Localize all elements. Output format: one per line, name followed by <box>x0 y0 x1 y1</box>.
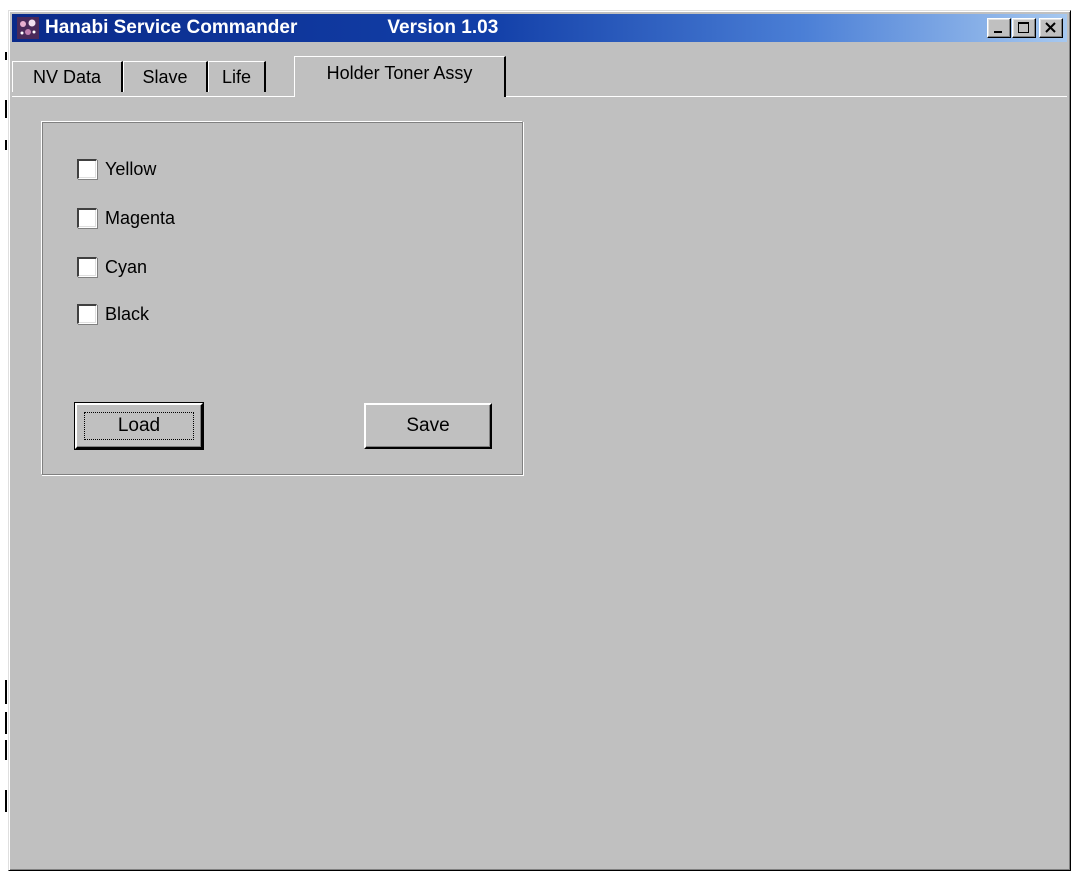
checkbox-box[interactable] <box>77 257 97 277</box>
holder-toner-panel: Yellow Magenta Cyan Black Load Save <box>41 121 523 475</box>
tab-life[interactable]: Life <box>208 61 266 92</box>
checkbox-cyan[interactable]: Cyan <box>77 255 147 279</box>
maximize-button[interactable] <box>1012 18 1036 38</box>
window-controls <box>986 18 1063 38</box>
minimize-icon <box>994 31 1002 33</box>
tab-label: NV Data <box>32 66 102 87</box>
checkbox-label: Yellow <box>105 158 157 179</box>
window-version: Version 1.03 <box>387 17 499 38</box>
app-icon <box>17 17 39 39</box>
checkbox-label: Magenta <box>105 207 176 228</box>
save-button[interactable]: Save <box>364 403 492 449</box>
checkbox-black[interactable]: Black <box>77 302 149 326</box>
tab-label: Life <box>221 66 252 87</box>
title-bar[interactable]: Hanabi Service Commander Version 1.03 <box>12 14 1067 42</box>
load-button[interactable]: Load <box>74 402 204 450</box>
checkbox-magenta[interactable]: Magenta <box>77 206 175 230</box>
close-icon <box>1045 22 1056 33</box>
maximize-icon <box>1018 22 1029 33</box>
tab-label: Slave <box>142 66 188 87</box>
checkbox-box[interactable] <box>77 304 97 324</box>
focus-rect <box>84 412 194 440</box>
checkbox-label: Cyan <box>105 256 148 277</box>
checkbox-box[interactable] <box>77 159 97 179</box>
tab-holder-toner-assy[interactable]: Holder Toner Assy <box>294 56 506 97</box>
tab-strip: NV Data Slave Life Holder Toner Assy <box>12 56 1067 97</box>
main-window: Hanabi Service Commander Version 1.03 NV… <box>8 10 1071 871</box>
close-button[interactable] <box>1039 18 1063 38</box>
minimize-button[interactable] <box>987 18 1011 38</box>
save-label: Save <box>406 415 450 436</box>
desktop-edge <box>0 0 8 873</box>
checkbox-yellow[interactable]: Yellow <box>77 157 156 181</box>
checkbox-box[interactable] <box>77 208 97 228</box>
tab-nv-data[interactable]: NV Data <box>12 61 123 92</box>
checkbox-label: Black <box>105 303 150 324</box>
tab-label: Holder Toner Assy <box>326 63 473 83</box>
window-title: Hanabi Service Commander <box>45 17 298 38</box>
tab-divider <box>12 96 1067 97</box>
tab-slave[interactable]: Slave <box>123 61 208 92</box>
